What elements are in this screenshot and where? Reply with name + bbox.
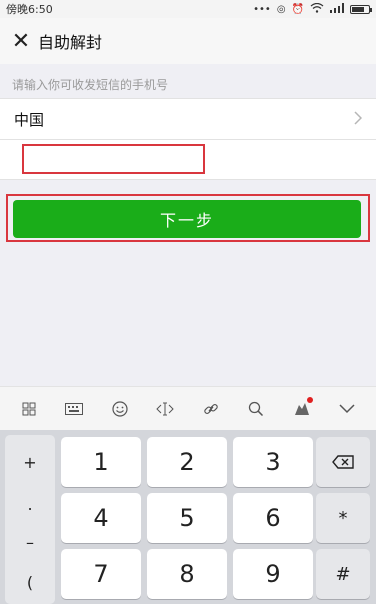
phone-row xyxy=(0,140,376,180)
navigation-bar: ✕ 自助解封 xyxy=(0,18,376,64)
emoji-icon[interactable] xyxy=(105,394,135,424)
notification-dot xyxy=(306,396,313,403)
country-label: 中国 xyxy=(14,110,45,129)
cursor-icon[interactable] xyxy=(150,394,180,424)
key-5[interactable]: 5 xyxy=(147,493,227,543)
alarm-icon: ⏰ xyxy=(291,3,304,15)
wifi-icon xyxy=(310,2,324,16)
hash-key[interactable]: # xyxy=(316,549,370,599)
asterisk-key[interactable]: * xyxy=(316,493,370,543)
paren-key[interactable]: ( xyxy=(5,561,55,603)
dot-key[interactable]: . xyxy=(5,483,55,525)
numeric-keyboard: + . – ( 1 2 3 4 5 6 7 8 9 * # xyxy=(0,430,376,604)
phone-number-input[interactable] xyxy=(22,144,205,174)
next-button-highlight: 下一步 xyxy=(6,194,370,242)
status-icons: ••• ◎ ⏰ xyxy=(253,2,372,16)
country-selector[interactable]: 中国 xyxy=(0,98,376,140)
page-title: 自助解封 xyxy=(38,33,103,52)
link-icon: ◎ xyxy=(276,3,286,15)
next-button[interactable]: 下一步 xyxy=(13,200,361,238)
backspace-key[interactable] xyxy=(316,437,370,487)
plus-key[interactable]: + xyxy=(5,441,55,483)
more-dots-icon: ••• xyxy=(253,3,271,15)
skin-icon[interactable] xyxy=(287,394,317,424)
key-6[interactable]: 6 xyxy=(233,493,313,543)
search-icon[interactable] xyxy=(241,394,271,424)
status-time: 傍晚6:50 xyxy=(6,3,53,16)
key-3[interactable]: 3 xyxy=(233,437,313,487)
battery-icon xyxy=(350,4,372,14)
grid-icon[interactable] xyxy=(14,394,44,424)
link-icon[interactable] xyxy=(196,394,226,424)
chevron-right-icon xyxy=(354,110,363,129)
symbol-column: + . – ( xyxy=(5,435,55,604)
key-9[interactable]: 9 xyxy=(233,549,313,599)
close-icon[interactable]: ✕ xyxy=(0,29,36,54)
key-2[interactable]: 2 xyxy=(147,437,227,487)
key-8[interactable]: 8 xyxy=(147,549,227,599)
dash-key[interactable]: – xyxy=(5,521,55,563)
keyboard-toolbar xyxy=(0,386,376,430)
key-7[interactable]: 7 xyxy=(61,549,141,599)
signal-icon xyxy=(330,2,344,16)
status-bar: 傍晚6:50 ••• ◎ ⏰ xyxy=(0,0,376,18)
key-1[interactable]: 1 xyxy=(61,437,141,487)
key-4[interactable]: 4 xyxy=(61,493,141,543)
collapse-chevron-icon[interactable] xyxy=(332,394,362,424)
backspace-icon xyxy=(332,455,354,469)
phone-hint: 请输入你可收发短信的手机号 xyxy=(12,78,169,92)
keyboard-icon[interactable] xyxy=(59,394,89,424)
